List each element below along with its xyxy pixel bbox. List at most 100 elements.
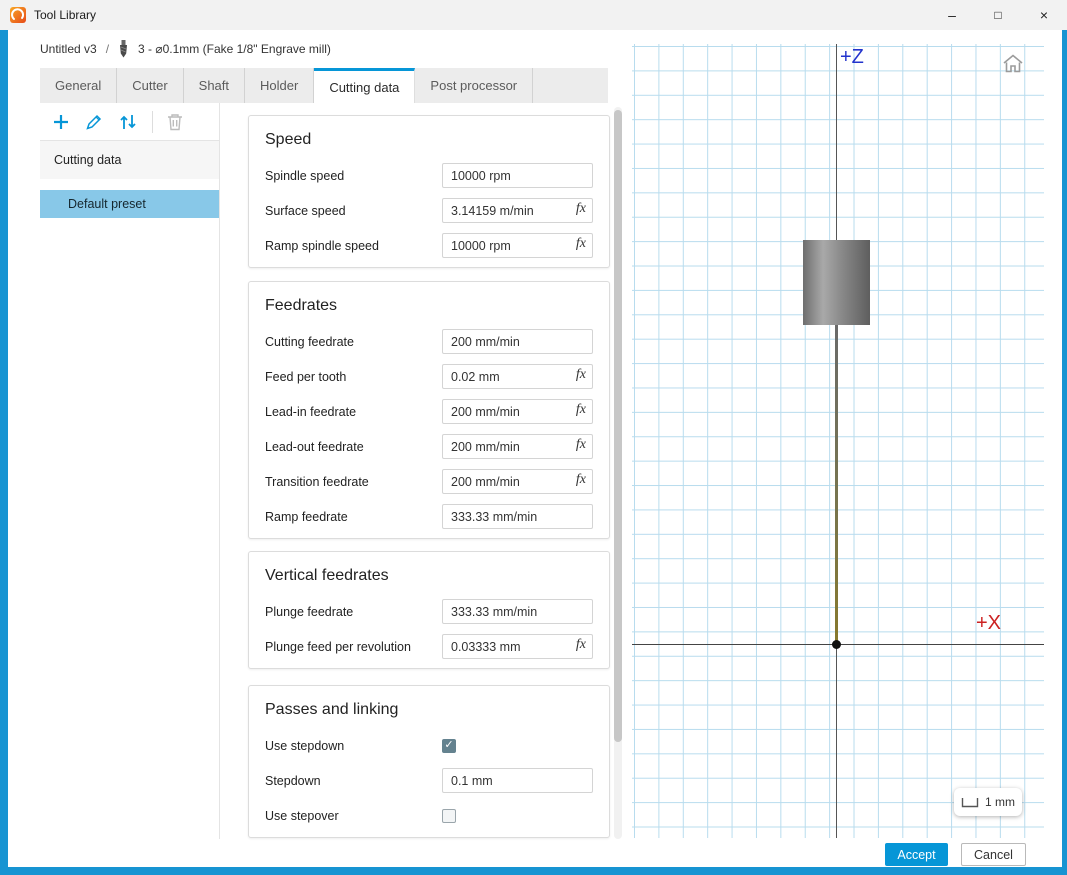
transition-feedrate-input[interactable] [442, 469, 593, 494]
feedrates-section: Feedrates Cutting feedrate Feed per toot… [248, 281, 610, 539]
ramp-feedrate-input[interactable] [442, 504, 593, 529]
home-view-button[interactable] [1002, 54, 1024, 78]
passes-and-linking-section: Passes and linking Use stepdown ✓ Stepdo… [248, 685, 610, 838]
fx-expression-icon[interactable]: fx [576, 201, 586, 217]
field-label: Cutting feedrate [265, 335, 442, 349]
section-title-vertical-feedrates: Vertical feedrates [265, 564, 593, 588]
tab-holder[interactable]: Holder [245, 68, 314, 103]
close-button[interactable]: × [1021, 0, 1067, 30]
field-label: Ramp feedrate [265, 510, 442, 524]
field-row: Ramp spindle speed fx [265, 228, 593, 263]
trash-icon [166, 112, 184, 132]
minimize-button[interactable]: – [929, 0, 975, 30]
field-row: Ramp feedrate [265, 499, 593, 534]
field-label: Use stepover [265, 809, 442, 823]
preset-group-header[interactable]: Cutting data [40, 141, 219, 179]
stepdown-input[interactable] [442, 768, 593, 793]
tool-library-window: Tool Library – □ × Untitled v3 / 3 - ⌀0.… [0, 0, 1067, 875]
cutting-feedrate-input[interactable] [442, 329, 593, 354]
field-label: Spindle speed [265, 169, 442, 183]
toolbar-divider [152, 111, 153, 133]
checkmark-icon: ✓ [444, 740, 453, 751]
title-bar: Tool Library – □ × [0, 0, 1067, 30]
field-row: Surface speed fx [265, 193, 593, 228]
scale-indicator: 1 mm [954, 788, 1022, 816]
tab-bar: General Cutter Shaft Holder Cutting data… [40, 68, 608, 103]
reorder-preset-button[interactable] [117, 112, 139, 132]
breadcrumb-separator: / [106, 42, 109, 56]
lead-in-feedrate-input[interactable] [442, 399, 593, 424]
speed-section: Speed Spindle speed Surface speed fx Ram… [248, 115, 610, 268]
edit-preset-button[interactable] [84, 112, 104, 132]
maximize-button[interactable]: □ [975, 0, 1021, 30]
surface-speed-input[interactable] [442, 198, 593, 223]
field-label: Plunge feed per revolution [265, 640, 442, 654]
field-row: Spindle speed [265, 158, 593, 193]
end-mill-icon [118, 40, 129, 58]
cancel-button[interactable]: Cancel [961, 843, 1026, 866]
scale-label: 1 mm [985, 795, 1015, 809]
field-label: Transition feedrate [265, 475, 442, 489]
preset-toolbar [40, 103, 219, 141]
window-border-left [0, 30, 8, 875]
section-title-passes: Passes and linking [265, 698, 593, 722]
fx-expression-icon[interactable]: fx [576, 402, 586, 418]
tool-shank-graphic [803, 240, 870, 325]
field-row: Cutting feedrate [265, 324, 593, 359]
field-row: Feed per tooth fx [265, 359, 593, 394]
field-label: Surface speed [265, 204, 442, 218]
field-label: Feed per tooth [265, 370, 442, 384]
pencil-icon [84, 112, 104, 132]
tab-post-processor[interactable]: Post processor [415, 68, 533, 103]
field-row: Lead-in feedrate fx [265, 394, 593, 429]
lead-out-feedrate-input[interactable] [442, 434, 593, 459]
plunge-feed-per-revolution-input[interactable] [442, 634, 593, 659]
field-row: Stepdown [265, 763, 593, 798]
spindle-speed-input[interactable] [442, 163, 593, 188]
preset-item-default[interactable]: Default preset [40, 190, 219, 218]
feed-per-tooth-input[interactable] [442, 364, 593, 389]
home-icon [1002, 54, 1024, 73]
plunge-feedrate-input[interactable] [442, 599, 593, 624]
fx-expression-icon[interactable]: fx [576, 367, 586, 383]
tab-cutter[interactable]: Cutter [117, 68, 183, 103]
fx-expression-icon[interactable]: fx [576, 472, 586, 488]
tool-shaft-graphic [835, 325, 838, 644]
accept-button[interactable]: Accept [885, 843, 948, 866]
ramp-spindle-speed-input[interactable] [442, 233, 593, 258]
field-row: Plunge feed per revolution fx [265, 629, 593, 664]
z-axis-label: +Z [840, 46, 864, 69]
field-label: Use stepdown [265, 739, 442, 753]
field-row: Lead-out feedrate fx [265, 429, 593, 464]
use-stepover-checkbox[interactable] [442, 809, 456, 823]
window-border-bottom [0, 867, 1067, 875]
fx-expression-icon[interactable]: fx [576, 437, 586, 453]
tab-shaft[interactable]: Shaft [184, 68, 245, 103]
tab-cutting-data[interactable]: Cutting data [314, 68, 415, 103]
field-label: Ramp spindle speed [265, 239, 442, 253]
tab-general[interactable]: General [40, 68, 117, 103]
preset-list-gap [40, 179, 219, 190]
field-label: Plunge feedrate [265, 605, 442, 619]
scrollbar-thumb[interactable] [614, 110, 622, 742]
tool-preview: +Z +X 1 mm [632, 44, 1044, 838]
section-title-speed: Speed [265, 128, 593, 152]
field-row: Transition feedrate fx [265, 464, 593, 499]
up-down-arrows-icon [117, 112, 139, 132]
field-label: Lead-in feedrate [265, 405, 442, 419]
window-border-right [1062, 30, 1067, 875]
window-title: Tool Library [34, 8, 96, 22]
delete-preset-button[interactable] [166, 112, 184, 132]
add-preset-button[interactable] [51, 112, 71, 132]
fx-expression-icon[interactable]: fx [576, 637, 586, 653]
vertical-feedrates-section: Vertical feedrates Plunge feedrate Plung… [248, 551, 610, 669]
breadcrumb-document: Untitled v3 [40, 42, 97, 56]
fx-expression-icon[interactable]: fx [576, 236, 586, 252]
fusion-logo-icon [10, 7, 26, 23]
field-row: Use stepdown ✓ [265, 728, 593, 763]
field-row: Plunge feedrate [265, 594, 593, 629]
use-stepdown-checkbox[interactable]: ✓ [442, 739, 456, 753]
form-scrollbar[interactable] [614, 107, 622, 839]
section-title-feedrates: Feedrates [265, 294, 593, 318]
plus-icon [51, 112, 71, 132]
